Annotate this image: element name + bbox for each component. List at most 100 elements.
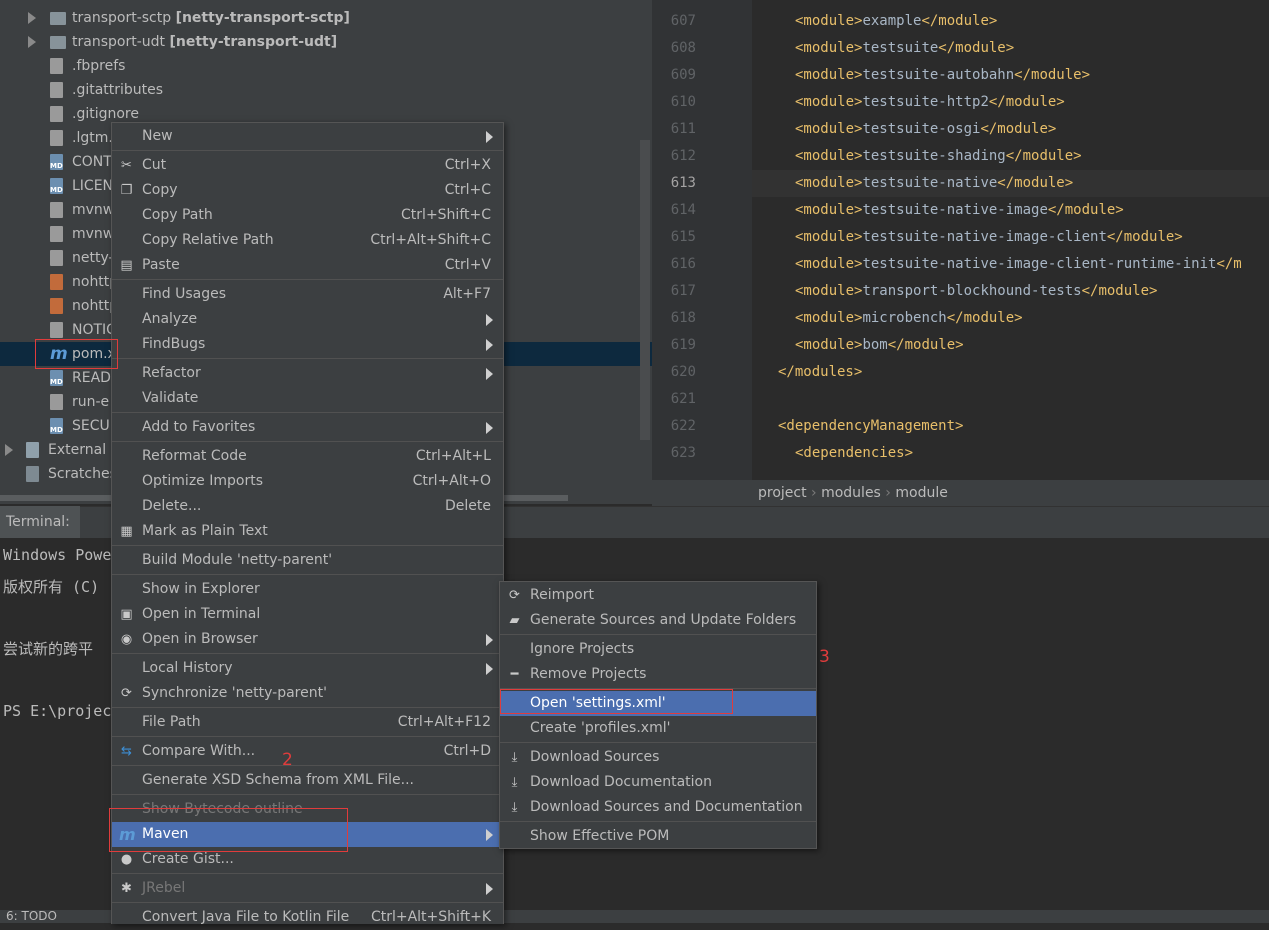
submenu-arrow-icon	[486, 829, 493, 841]
code-line[interactable]: <module>testsuite-shading</module>	[795, 143, 1082, 170]
menu-item-delete[interactable]: Delete... Delete	[112, 494, 503, 519]
tree-item[interactable]: .fbprefs	[0, 54, 652, 78]
menu-item-download-sources-and-documentation[interactable]: ⤓ Download Sources and Documentation	[500, 795, 816, 820]
editor-panel[interactable]: 607 608 609 610 611 612 613 614 615 616 617 618 619 6…	[652, 0, 1269, 480]
compare-icon: ⇆	[121, 744, 132, 759]
breadcrumb-item[interactable]: modules	[821, 485, 881, 501]
xml-tag: </module>	[980, 121, 1057, 137]
menu-item-label: Compare With...	[142, 743, 256, 759]
annotation-number-3: 3	[819, 647, 830, 667]
menu-item-synchronize-netty-parent[interactable]: ⟳ Synchronize 'netty-parent'	[112, 681, 503, 706]
code-line[interactable]: <module>testsuite-native</module>	[795, 170, 1073, 197]
menu-item-label: Ignore Projects	[530, 641, 635, 657]
code-line[interactable]: <module>example</module>	[795, 8, 997, 35]
menu-item-optimize-imports[interactable]: Optimize Imports Ctrl+Alt+O	[112, 469, 503, 494]
tab-terminal[interactable]: Terminal: Lo	[0, 506, 80, 562]
module-name: [netty-transport-sctp]	[175, 10, 350, 26]
library-icon	[26, 442, 39, 458]
context-menu: New ✂ Cut Ctrl+X ❐ Copy Ctrl+C Copy Path Ctrl+Sh…	[111, 122, 504, 925]
code-line[interactable]: <module>testsuite-http2</module>	[795, 89, 1065, 116]
code-line[interactable]: <module>testsuite</module>	[795, 35, 1014, 62]
menu-item-analyze[interactable]: Analyze	[112, 307, 503, 332]
breadcrumb-item[interactable]: module	[895, 485, 947, 501]
expand-arrow-icon[interactable]	[28, 36, 36, 48]
menu-separator	[112, 736, 503, 737]
menu-item-copy-path[interactable]: Copy Path Ctrl+Shift+C	[112, 203, 503, 228]
menu-item-new[interactable]: New	[112, 124, 503, 149]
code-line[interactable]: <module>microbench</module>	[795, 305, 1023, 332]
menu-item-show-effective-pom[interactable]: Show Effective POM	[500, 824, 816, 849]
tree-item[interactable]: transport-udt [netty-transport-udt]	[0, 30, 652, 54]
tab-terminal-label: Terminal:	[6, 514, 70, 530]
yaml-file-icon	[50, 130, 63, 146]
tree-item[interactable]: transport-sctp [netty-transport-sctp]	[0, 6, 652, 30]
menu-item-label: JRebel	[142, 880, 186, 896]
file-icon	[50, 82, 63, 98]
menu-item-add-to-favorites[interactable]: Add to Favorites	[112, 415, 503, 440]
xml-text: testsuite-native-image-client	[862, 229, 1107, 245]
menu-item-generate-xsd-schema-from-xml-file[interactable]: Generate XSD Schema from XML File...	[112, 768, 503, 793]
xml-tag: </module>	[988, 94, 1065, 110]
expand-arrow-icon[interactable]	[28, 12, 36, 24]
menu-item-reimport[interactable]: ⟳ Reimport	[500, 583, 816, 608]
menu-separator	[112, 653, 503, 654]
menu-item-paste[interactable]: ▤ Paste Ctrl+V	[112, 253, 503, 278]
menu-item-label: File Path	[142, 714, 201, 730]
code-line[interactable]: </modules>	[778, 359, 862, 386]
expand-arrow-icon[interactable]	[5, 444, 13, 456]
menu-item-download-documentation[interactable]: ⤓ Download Documentation	[500, 770, 816, 795]
code-line[interactable]: <module>testsuite-native-image-client-ru…	[795, 251, 1242, 278]
menu-item-download-sources[interactable]: ⤓ Download Sources	[500, 745, 816, 770]
tree-item[interactable]: .gitattributes	[0, 78, 652, 102]
scratches-icon	[26, 466, 39, 482]
xml-tag: </module>	[1047, 202, 1124, 218]
code-line[interactable]: <dependencyManagement>	[778, 413, 963, 440]
menu-item-label: Copy	[142, 182, 178, 198]
menu-item-findbugs[interactable]: FindBugs	[112, 332, 503, 357]
menu-item-refactor[interactable]: Refactor	[112, 361, 503, 386]
menu-item-find-usages[interactable]: Find Usages Alt+F7	[112, 282, 503, 307]
menu-item-open-in-browser[interactable]: ◉ Open in Browser	[112, 627, 503, 652]
menu-item-mark-as-plain-text[interactable]: ▦ Mark as Plain Text	[112, 519, 503, 544]
menu-item-copy[interactable]: ❐ Copy Ctrl+C	[112, 178, 503, 203]
code-line[interactable]: <module>transport-blockhound-tests</modu…	[795, 278, 1157, 305]
menu-item-shortcut: Ctrl+X	[444, 157, 491, 173]
menu-item-remove-projects[interactable]: ━ Remove Projects	[500, 662, 816, 687]
menu-item-shortcut: Ctrl+D	[443, 743, 491, 759]
submenu-arrow-icon	[486, 422, 493, 434]
menu-item-open-in-terminal[interactable]: ▣ Open in Terminal	[112, 602, 503, 627]
code-line[interactable]: <module>testsuite-autobahn</module>	[795, 62, 1090, 89]
code-line[interactable]: <module>bom</module>	[795, 332, 964, 359]
menu-item-create-profiles-xml[interactable]: Create 'profiles.xml'	[500, 716, 816, 741]
menu-item-local-history[interactable]: Local History	[112, 656, 503, 681]
project-scrollbar[interactable]	[640, 140, 650, 440]
menu-item-shortcut: Ctrl+Alt+Shift+C	[370, 232, 491, 248]
todo-tab[interactable]: 6: TODO	[6, 909, 57, 923]
code-line[interactable]: <module>testsuite-native-image</module>	[795, 197, 1124, 224]
menu-item-cut[interactable]: ✂ Cut Ctrl+X	[112, 153, 503, 178]
menu-item-compare-with[interactable]: ⇆ Compare With... Ctrl+D	[112, 739, 503, 764]
file-icon	[50, 202, 63, 218]
menu-item-ignore-projects[interactable]: Ignore Projects	[500, 637, 816, 662]
menu-item-copy-relative-path[interactable]: Copy Relative Path Ctrl+Alt+Shift+C	[112, 228, 503, 253]
terminal-line: Windows Powe	[3, 546, 112, 564]
breadcrumb-item[interactable]: project	[758, 485, 807, 501]
menu-item-file-path[interactable]: File Path Ctrl+Alt+F12	[112, 710, 503, 735]
menu-item-label: Find Usages	[142, 286, 227, 302]
menu-item-label: Copy Relative Path	[142, 232, 274, 248]
menu-item-generate-sources-and-update-folders[interactable]: ▰ Generate Sources and Update Folders	[500, 608, 816, 633]
menu-item-build-module-netty-parent[interactable]: Build Module 'netty-parent'	[112, 548, 503, 573]
code-line[interactable]: <module>testsuite-osgi</module>	[795, 116, 1056, 143]
xml-tag: <module>	[795, 13, 863, 29]
menu-item-validate[interactable]: Validate	[112, 386, 503, 411]
menu-item-reformat-code[interactable]: Reformat Code Ctrl+Alt+L	[112, 444, 503, 469]
code-line[interactable]: <module>testsuite-native-image-client</m…	[795, 224, 1183, 251]
reimport-icon: ⟳	[509, 588, 520, 603]
xml-tag: </module>	[997, 175, 1074, 191]
xml-tag: </module>	[946, 310, 1023, 326]
code-line[interactable]: <dependencies>	[795, 440, 913, 467]
menu-item-show-in-explorer[interactable]: Show in Explorer	[112, 577, 503, 602]
xml-tag: <module>	[795, 283, 863, 299]
menu-item-convert-java-file-to-kotlin-file[interactable]: Convert Java File to Kotlin File Ctrl+Alt…	[112, 905, 503, 930]
xml-text: testsuite-native-image-client-runtime-in…	[862, 256, 1217, 272]
